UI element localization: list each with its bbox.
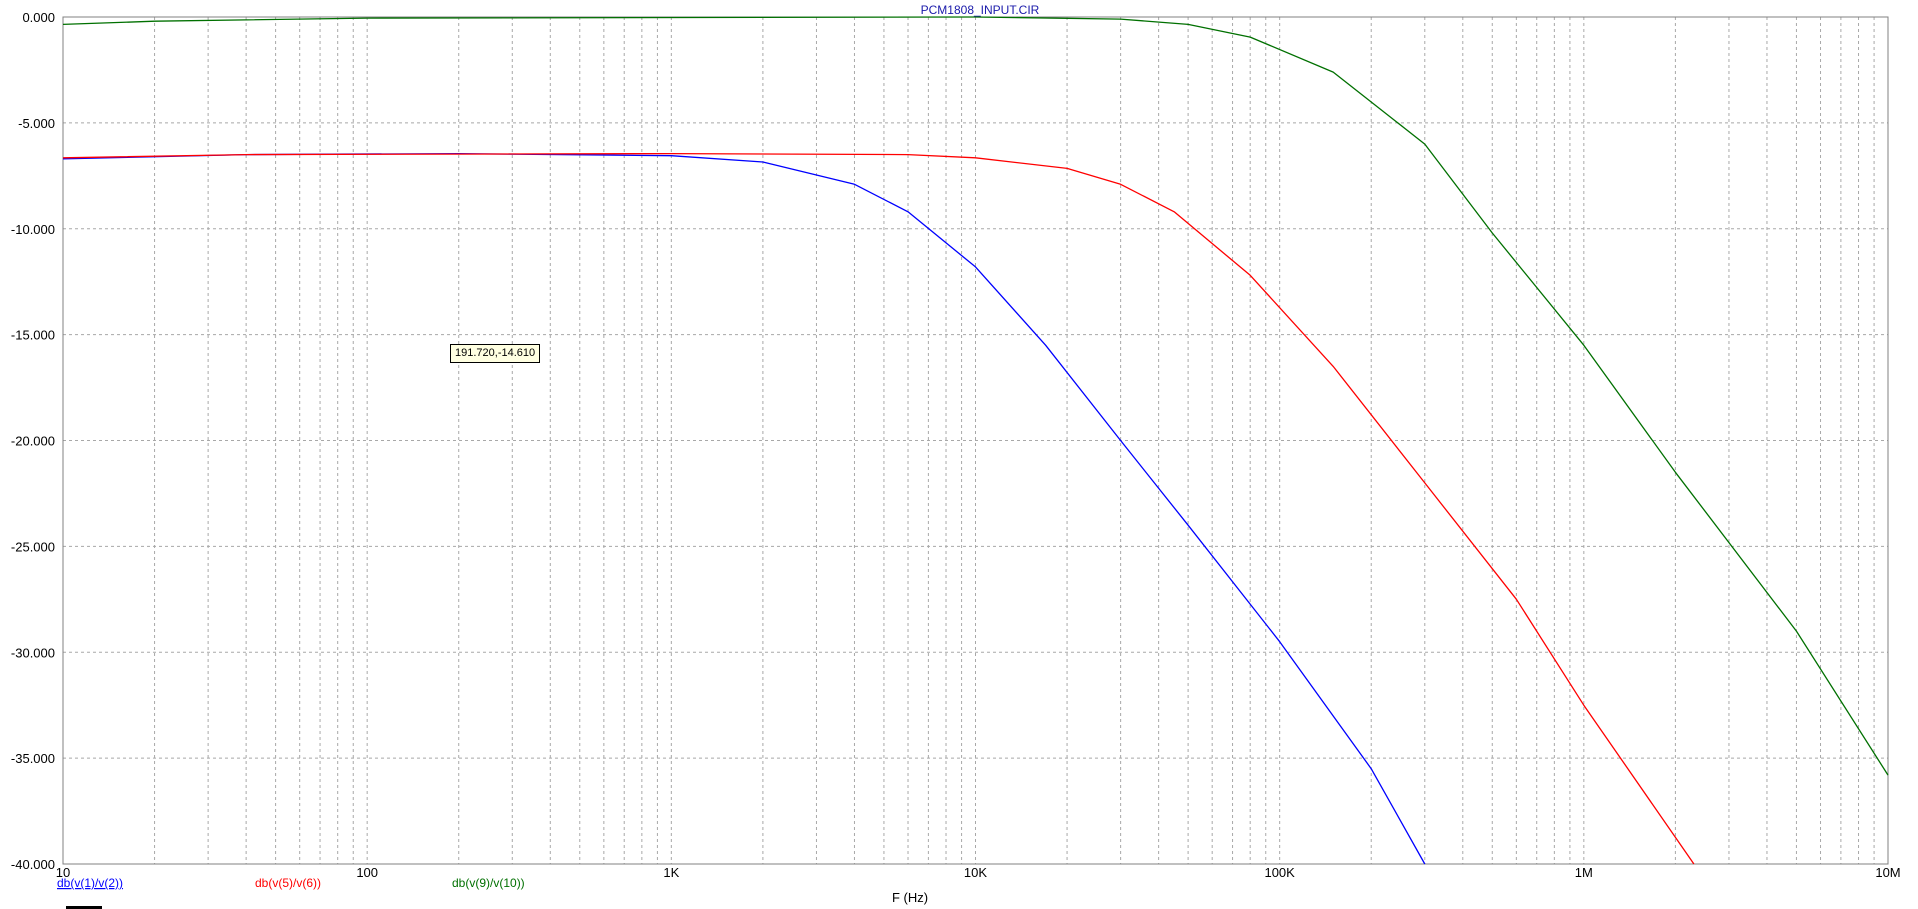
x-tick-label: 1M	[1575, 865, 1593, 880]
legend-entry[interactable]: db(v(9)/v(10))	[452, 876, 525, 890]
chart-svg[interactable]: 0.000 -5.000 -10.000 -15.000 -20.000 -25.000 -…	[0, 0, 1918, 909]
y-tick-label: -25.000	[11, 539, 55, 554]
chart-title: PCM1808_INPUT.CIR	[921, 3, 1040, 17]
y-tick-label: -15.000	[11, 328, 55, 343]
x-tick-label: 10K	[964, 865, 987, 880]
x-tick-label: 1K	[663, 865, 679, 880]
series-line-db(v(1)/v(2))	[62, 152, 1426, 865]
plot-window: 0.000 -5.000 -10.000 -15.000 -20.000 -25.000 -…	[0, 0, 1918, 909]
legend: db(v(1)/v(2)) db(v(5)/v(6)) db(v(9)/v(10))	[57, 876, 525, 890]
y-tick-label: -20.000	[11, 434, 55, 449]
grid	[62, 16, 1889, 865]
series-line-db(v(5)/v(6))	[62, 152, 1695, 865]
y-tick-label: -10.000	[11, 222, 55, 237]
legend-entry[interactable]: db(v(1)/v(2))	[57, 876, 123, 890]
y-tick-label: -40.000	[11, 857, 55, 872]
x-tick-label: 100	[356, 865, 378, 880]
legend-entry[interactable]: db(v(5)/v(6))	[255, 876, 321, 890]
x-axis-label: F (Hz)	[892, 890, 928, 905]
y-tick-label: -30.000	[11, 645, 55, 660]
y-tick-label: -5.000	[18, 116, 55, 131]
y-tick-label: -35.000	[11, 751, 55, 766]
cursor-readout-tooltip: 191.720,-14.610	[450, 344, 541, 363]
x-tick-label: 100K	[1264, 865, 1295, 880]
y-axis-ticks: 0.000 -5.000 -10.000 -15.000 -20.000 -25.000 -…	[11, 10, 55, 872]
y-tick-label: 0.000	[22, 10, 55, 25]
x-tick-label: 10M	[1875, 865, 1900, 880]
x-axis-ticks: 10 100 1K 10K 100K 1M 10M	[56, 865, 1901, 880]
